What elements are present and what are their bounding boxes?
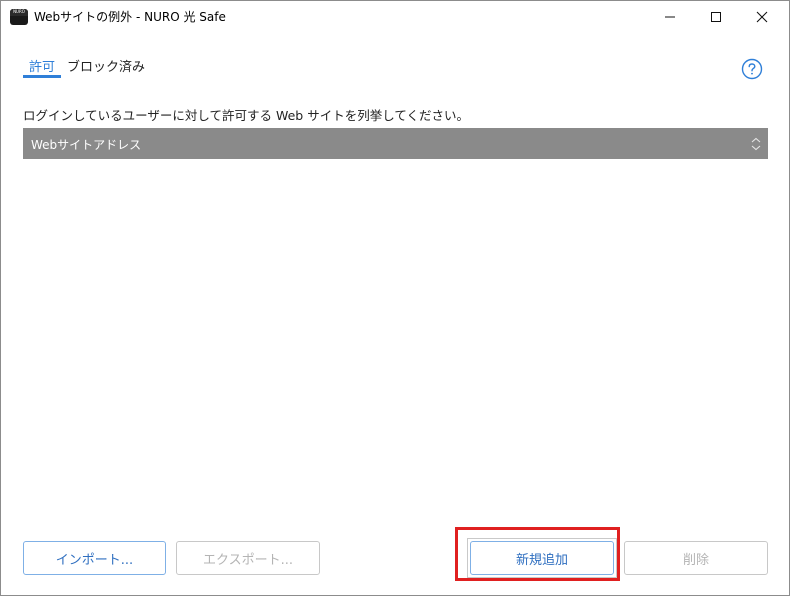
tab-selected-indicator — [23, 75, 61, 78]
dialog-window: NURO Webサイトの例外 - NURO 光 Safe 許可 ブロック済み ロ… — [0, 0, 790, 596]
add-new-button[interactable]: 新規追加 — [470, 541, 614, 575]
app-icon-label: NURO — [10, 9, 28, 16]
tab-allow-label: 許可 — [29, 60, 56, 75]
minimize-icon — [665, 16, 675, 18]
import-button[interactable]: インポート... — [23, 541, 166, 575]
maximize-button[interactable] — [693, 1, 739, 33]
app-icon: NURO — [10, 9, 28, 25]
maximize-icon — [711, 12, 721, 22]
website-list[interactable] — [23, 159, 768, 519]
delete-button[interactable]: 削除 — [624, 541, 768, 575]
instruction-text: ログインしているユーザーに対して許可する Web サイトを列挙してください。 — [23, 108, 469, 123]
close-icon — [756, 11, 768, 23]
sort-icon[interactable] — [750, 137, 762, 151]
column-header-website-address: Webサイトアドレス — [31, 138, 142, 152]
export-button[interactable]: エクスポート... — [176, 541, 320, 575]
table-header[interactable]: Webサイトアドレス — [23, 128, 768, 159]
window-title: Webサイトの例外 - NURO 光 Safe — [34, 10, 226, 24]
title-bar: NURO Webサイトの例外 - NURO 光 Safe — [1, 1, 789, 33]
tab-blocked[interactable]: ブロック済み — [67, 56, 145, 75]
close-button[interactable] — [739, 1, 785, 33]
help-icon[interactable] — [741, 58, 763, 80]
minimize-button[interactable] — [647, 1, 693, 33]
